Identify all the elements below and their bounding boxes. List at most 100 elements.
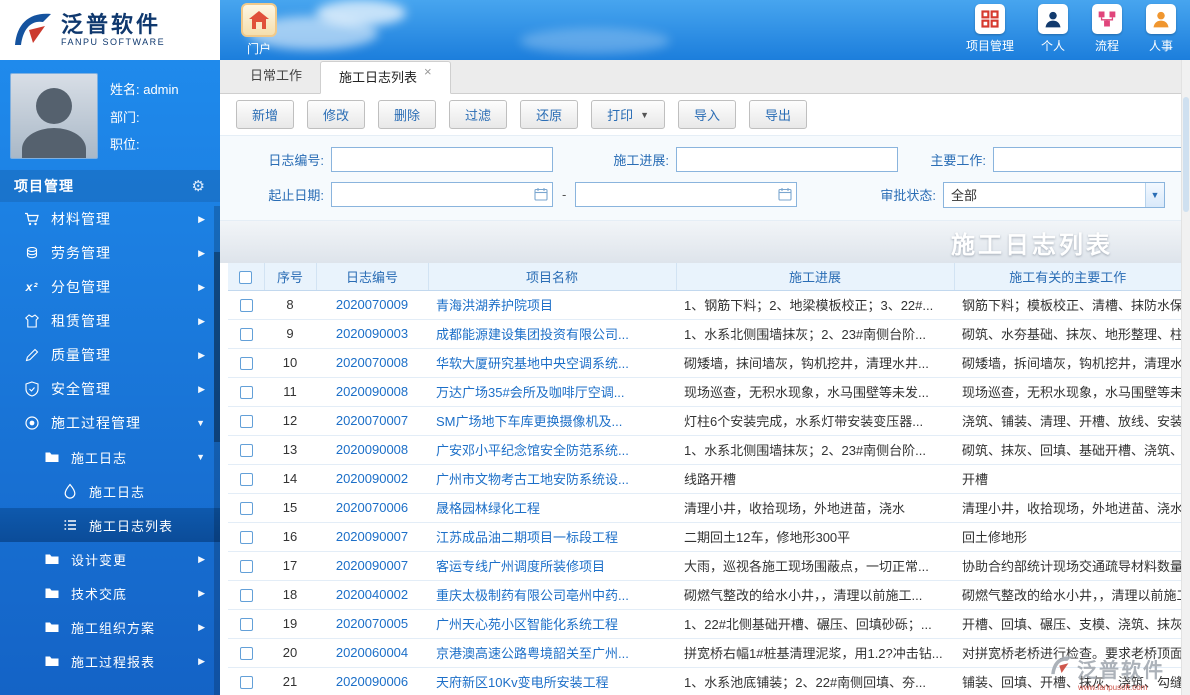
table-row[interactable]: 192020070005广州天心苑小区智能化系统工程1、22#北侧基础开槽、碾压… [228,609,1181,638]
nav-personal[interactable]: 个人 [1038,4,1068,54]
row-checkbox[interactable] [240,618,253,631]
project-link[interactable]: 江苏成品油二期项目一标段工程 [436,530,618,545]
row-checkbox[interactable] [240,328,253,341]
new-button[interactable]: 新增 [236,100,294,129]
portal-button[interactable]: 门户 [234,3,284,57]
restore-button[interactable]: 还原 [520,100,578,129]
work-cell: 砌筑、抹灰、回填、基础开槽、浇筑、拆模... [954,435,1181,464]
nav-project-management[interactable]: 项目管理 [966,4,1014,54]
sidebar-item-materials[interactable]: 材料管理▶ [0,202,220,236]
log-no-link[interactable]: 2020090007 [336,558,408,573]
sidebar-item-safety[interactable]: 安全管理▶ [0,372,220,406]
sidebar-item-design-change[interactable]: 设计变更▶ [0,542,220,576]
table-row[interactable]: 152020070006晟格园林绿化工程清理小井，收拾现场，外地进苗，浇水清理小… [228,493,1181,522]
import-button[interactable]: 导入 [678,100,736,129]
project-link[interactable]: 广州天心苑小区智能化系统工程 [436,617,618,632]
row-checkbox[interactable] [240,647,253,660]
table-row[interactable]: 82020070009青海洪湖养护院项目1、钢筋下料；2、地梁模板校正；3、22… [228,290,1181,319]
approval-status-select[interactable]: 全部 ▼ [943,182,1165,208]
sidebar-item-tech-disclosure[interactable]: 技术交底▶ [0,576,220,610]
sidebar-item-construction-log-entry[interactable]: 施工日志 [0,474,220,508]
row-checkbox[interactable] [240,299,253,312]
close-icon[interactable]: × [424,64,432,79]
table-row[interactable]: 142020090002广州市文物考古工地安防系统设...线路开槽开槽 [228,464,1181,493]
project-link[interactable]: 京港澳高速公路粤境韶关至广州... [436,646,629,661]
select-all-checkbox[interactable] [239,271,252,284]
delete-button[interactable]: 删除 [378,100,436,129]
nav-hr[interactable]: 人事 [1146,4,1176,54]
sidebar-item-construction-org-plan[interactable]: 施工组织方案▶ [0,610,220,644]
sidebar-item-construction-log[interactable]: 施工日志▼ [0,440,220,474]
project-link[interactable]: 广安邓小平纪念馆安全防范系统... [436,443,629,458]
project-link[interactable]: 成都能源建设集团投资有限公司... [436,327,629,342]
edit-button[interactable]: 修改 [307,100,365,129]
row-checkbox[interactable] [240,415,253,428]
filter-button[interactable]: 过滤 [449,100,507,129]
log-no-link[interactable]: 2020070005 [336,616,408,631]
row-checkbox[interactable] [240,444,253,457]
log-no-link[interactable]: 2020070006 [336,500,408,515]
sidebar-item-subcontract[interactable]: x²分包管理▶ [0,270,220,304]
page-scrollbar-thumb[interactable] [1183,97,1189,212]
sidebar-item-construction-process-report[interactable]: 施工过程报表▶ [0,644,220,678]
log-no-link[interactable]: 2020090003 [336,326,408,341]
sidebar-item-construction-log-list[interactable]: 施工日志列表 [0,508,220,542]
table-row[interactable]: 132020090008广安邓小平纪念馆安全防范系统...1、水系北侧围墙抹灰；… [228,435,1181,464]
project-link[interactable]: 广州市文物考古工地安防系统设... [436,472,629,487]
progress-cell: 1、22#北侧基础开槽、碾压、回填砂砾；... [676,609,954,638]
log-no-link[interactable]: 2020060004 [336,645,408,660]
row-checkbox[interactable] [240,357,253,370]
main-work-input[interactable] [993,147,1190,172]
calendar-icon[interactable] [778,187,792,204]
project-link[interactable]: 天府新区10Kv变电所安装工程 [436,675,609,690]
sidebar-item-rental[interactable]: 租赁管理▶ [0,304,220,338]
table-row[interactable]: 92020090003成都能源建设集团投资有限公司...1、水系北侧围墙抹灰；2… [228,319,1181,348]
log-no-link[interactable]: 2020070009 [336,297,408,312]
sidebar-item-construction-process[interactable]: 施工过程管理▼ [0,406,220,440]
table-row[interactable]: 102020070008华软大厦研究基地中央空调系统...砌矮墙，抹间墙灰，钩机… [228,348,1181,377]
table-row[interactable]: 112020090008万达广场35#会所及咖啡厅空调...现场巡查，无积水现象… [228,377,1181,406]
log-no-link[interactable]: 2020090007 [336,529,408,544]
sidebar-item-labor[interactable]: 劳务管理▶ [0,236,220,270]
table-row[interactable]: 122020070007SM广场地下车库更换摄像机及...灯柱6个安装完成，水系… [228,406,1181,435]
log-no-link[interactable]: 2020040002 [336,587,408,602]
log-no-link[interactable]: 2020090006 [336,674,408,689]
row-checkbox[interactable] [240,502,253,515]
end-date-input[interactable] [575,182,797,207]
export-button[interactable]: 导出 [749,100,807,129]
sidebar-item-quality[interactable]: 质量管理▶ [0,338,220,372]
tab-daily-work[interactable]: 日常工作 [232,60,320,93]
row-checkbox[interactable] [240,473,253,486]
page-scrollbar[interactable] [1181,60,1190,695]
project-link[interactable]: SM广场地下车库更换摄像机及... [436,414,622,429]
start-date-input[interactable] [331,182,553,207]
log-no-link[interactable]: 2020070008 [336,355,408,370]
log-no-link[interactable]: 2020090008 [336,384,408,399]
row-checkbox[interactable] [240,589,253,602]
print-button[interactable]: 打印▼ [591,100,665,129]
row-checkbox[interactable] [240,386,253,399]
project-link[interactable]: 青海洪湖养护院项目 [436,298,553,313]
project-link[interactable]: 重庆太极制药有限公司亳州中药... [436,588,629,603]
nav-workflow[interactable]: 流程 [1092,4,1122,54]
log-no-link[interactable]: 2020090002 [336,471,408,486]
table-row[interactable]: 202020060004京港澳高速公路粤境韶关至广州...拼宽桥右幅1#桩基清理… [228,638,1181,667]
project-link[interactable]: 晟格园林绿化工程 [436,501,540,516]
progress-input[interactable] [676,147,898,172]
row-checkbox[interactable] [240,531,253,544]
table-row[interactable]: 182020040002重庆太极制药有限公司亳州中药...砌燃气整改的给水小井，… [228,580,1181,609]
row-checkbox[interactable] [240,676,253,689]
table-row[interactable]: 212020090006天府新区10Kv变电所安装工程1、水系池底铺装；2、22… [228,667,1181,695]
project-link[interactable]: 客运专线广州调度所装修项目 [436,559,605,574]
gear-icon[interactable]: ⚙ [192,177,206,195]
project-link[interactable]: 万达广场35#会所及咖啡厅空调... [436,385,625,400]
log-no-link[interactable]: 2020090008 [336,442,408,457]
log-no-link[interactable]: 2020070007 [336,413,408,428]
row-checkbox[interactable] [240,560,253,573]
table-row[interactable]: 162020090007江苏成品油二期项目一标段工程二期回土12车，修地形300… [228,522,1181,551]
tab-construction-log-list[interactable]: 施工日志列表× [320,61,451,94]
table-row[interactable]: 172020090007客运专线广州调度所装修项目大雨，巡视各施工现场围蔽点，一… [228,551,1181,580]
calendar-icon[interactable] [534,187,548,204]
log-no-input[interactable] [331,147,553,172]
project-link[interactable]: 华软大厦研究基地中央空调系统... [436,356,629,371]
